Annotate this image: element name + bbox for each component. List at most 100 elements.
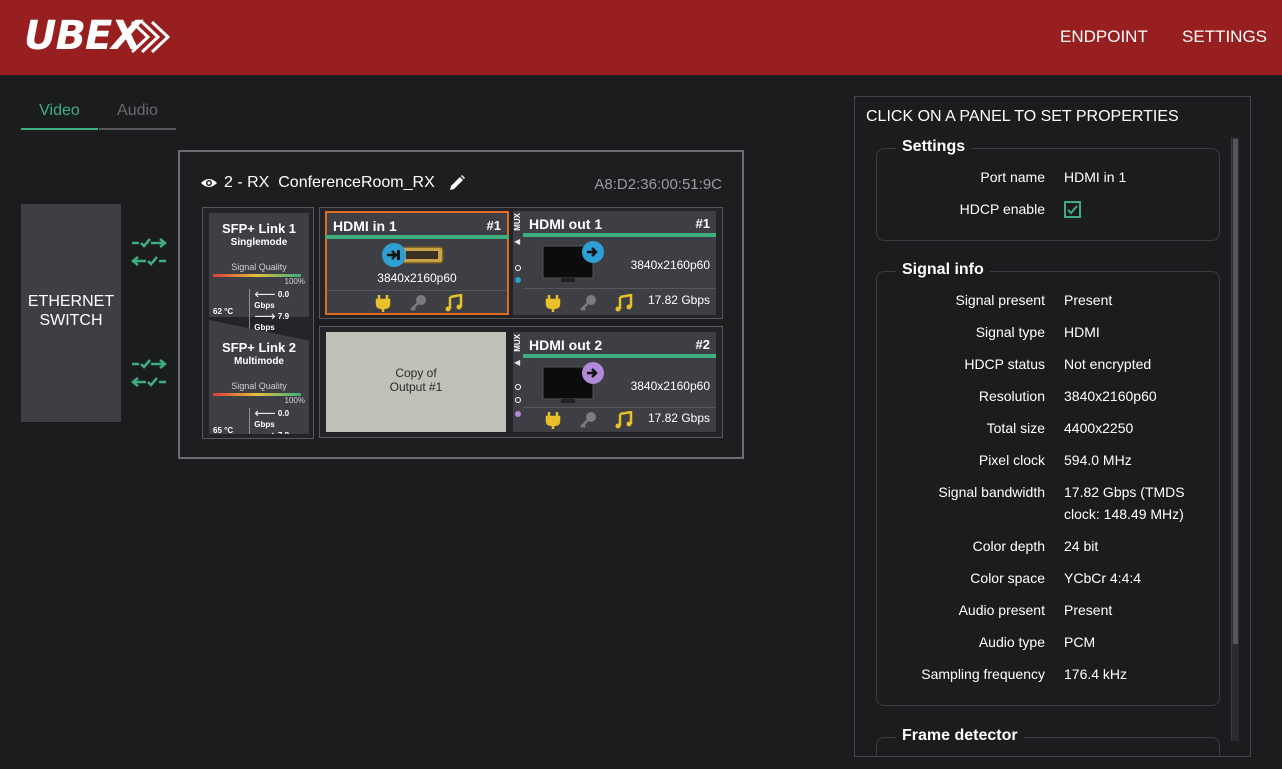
power-plug-icon [545, 412, 561, 429]
prop-label: Audio type [978, 634, 1045, 650]
port-status-bar [523, 354, 716, 358]
prop-label: Pixel clock [978, 452, 1045, 468]
prop-value: Present [1064, 292, 1113, 308]
audio-note-icon [615, 294, 633, 312]
key-icon [580, 295, 596, 311]
prop-label: HDCP status [964, 356, 1045, 372]
mux-selector-2[interactable]: MUX ◀ [513, 332, 523, 432]
port-bandwidth: 17.82 Gbps [647, 411, 710, 425]
sfp-tx-rate: 🡒 7.8 Gbps [254, 430, 309, 451]
hdmi-in-1-panel[interactable]: HDMI in 1 #1 3840x2160p60 [325, 211, 509, 315]
prop-label: Signal bandwidth [938, 484, 1045, 500]
audio-note-icon [615, 411, 633, 429]
edit-pencil-icon[interactable] [448, 174, 466, 192]
prop-label: Resolution [978, 388, 1045, 404]
ubex-logo[interactable]: UBEX [24, 12, 174, 60]
device-title: 2 - RX ConferenceRoom_RX [200, 174, 435, 192]
sfp-link-2[interactable]: SFP+ Link 2 Multimode Signal Quality 100… [209, 320, 309, 434]
port-status-icons [375, 294, 463, 312]
copy-of-output-placeholder: Copy of Output #1 [326, 332, 506, 432]
tab-audio[interactable]: Audio [99, 96, 176, 130]
arrow-right-icon: 🡒 [254, 431, 278, 440]
sfp-link-name: SFP+ Link 2 [221, 340, 297, 355]
nav-endpoint[interactable]: ENDPOINT [1060, 27, 1148, 47]
prop-label: HDCP enable [959, 201, 1045, 217]
prop-value: Not encrypted [1064, 356, 1152, 372]
copy-text-line1: Copy of [395, 366, 437, 380]
sfp-rates: 🡐 0.0 Gbps 🡒 7.9 Gbps [249, 289, 309, 333]
arrow-left-icon: 🡐 [254, 409, 278, 418]
signal-quality-label: Signal Quality [231, 262, 287, 272]
prop-value: 17.82 Gbps (TMDS clock: 148.49 MHz) [1064, 484, 1185, 522]
section-legend: Frame detector [896, 727, 1024, 745]
prop-label: Color space [970, 570, 1045, 586]
prop-value: PCM [1064, 634, 1096, 650]
mux-dot-input [515, 277, 521, 283]
port-resolution: 3840x2160p60 [630, 379, 710, 393]
sfp-rates: 🡐 0.0 Gbps 🡒 7.8 Gbps [249, 408, 309, 451]
port-resolution: 3840x2160p60 [630, 258, 710, 272]
mux-label: MUX [513, 334, 522, 352]
hdmi-out-1-panel[interactable]: HDMI out 1 #1 3840x2160p60 17.82 Gbps [523, 211, 716, 315]
prop-value: YCbCr 4:4:4 [1064, 570, 1142, 586]
port-row-2: Copy of Output #1 MUX ◀ HDMI out 2 #2 38… [319, 326, 723, 438]
prop-value: Present [1064, 602, 1113, 618]
logo-chevrons-icon [130, 20, 170, 54]
eye-icon[interactable] [200, 177, 218, 189]
nav-settings[interactable]: SETTINGS [1182, 27, 1267, 47]
prop-value: 594.0 MHz [1064, 452, 1132, 468]
monitor-output-icon [542, 241, 604, 282]
sfp-link-mode: Singlemode [230, 237, 288, 248]
sfp-rx-rate: 🡐 0.0 Gbps [254, 408, 309, 430]
device-panel[interactable]: 2 - RX ConferenceRoom_RX A8:D2:36:00:51:… [178, 150, 744, 459]
copy-text-line2: Output #1 [389, 380, 443, 394]
ethernet-switch[interactable]: ETHERNET SWITCH [21, 204, 121, 422]
hdmi-out-2-panel[interactable]: HDMI out 2 #2 3840x2160p60 17.82 Gbps [523, 332, 716, 432]
hdcp-enable-checkbox[interactable] [1064, 201, 1081, 218]
power-plug-icon [375, 295, 391, 312]
port-name: HDMI out 2 [529, 337, 603, 353]
tab-video[interactable]: Video [21, 96, 98, 130]
mux-arrow-icon: ◀ [514, 358, 521, 367]
signal-quality-value: 100% [284, 396, 305, 405]
sfp-tx-rate: 🡒 7.9 Gbps [254, 311, 309, 333]
signal-info-section: Signal info Signal present Present Signal … [876, 261, 1220, 706]
card-divider [523, 407, 716, 408]
prop-label: Signal present [955, 292, 1045, 308]
arrow-right-icon: 🡒 [254, 312, 278, 321]
mux-arrow-icon: ◀ [514, 237, 521, 246]
scrollbar-thumb[interactable] [1233, 139, 1238, 644]
prop-label: Color depth [972, 538, 1045, 554]
port-resolution: 3840x2160p60 [377, 271, 457, 285]
port-name-value[interactable]: HDMI in 1 [1064, 166, 1214, 188]
sfp-links: SFP+ Link 1 Singlemode Signal Quality 10… [202, 207, 314, 439]
port-bandwidth: 17.82 Gbps [647, 293, 710, 307]
port-name: HDMI in 1 [333, 218, 397, 234]
port-number: #2 [695, 337, 710, 352]
prop-value: 4400x2250 [1064, 420, 1134, 436]
properties-scrollbar[interactable] [1231, 137, 1239, 741]
ethernet-switch-label-line1: ETHERNET [27, 293, 115, 310]
sfp-tx-value: 7.8 Gbps [254, 431, 290, 451]
link-2-connection-icon [130, 359, 168, 387]
sfp-link-name: SFP+ Link 1 [221, 221, 297, 236]
device-mac-address: A8:D2:36:00:51:9C [594, 176, 722, 193]
port-number: #1 [486, 218, 501, 233]
section-legend: Signal info [896, 261, 990, 279]
sfp-rx-rate: 🡐 0.0 Gbps [254, 289, 309, 311]
sfp-link-1[interactable]: SFP+ Link 1 Singlemode Signal Quality 10… [209, 213, 309, 333]
link-1-connection-icon [130, 238, 168, 266]
port-name: HDMI out 1 [529, 216, 603, 232]
audio-note-icon [445, 294, 463, 312]
monitor-output-icon [542, 362, 604, 403]
prop-label: Sampling frequency [921, 666, 1045, 682]
port-status-bar [523, 233, 716, 237]
card-divider [523, 288, 716, 289]
mux-dot-copy [515, 411, 521, 417]
mux-selector-1[interactable]: MUX ◀ [513, 211, 523, 315]
mux-label: MUX [513, 213, 522, 231]
prop-label: Total size [986, 420, 1045, 436]
port-row-1: HDMI in 1 #1 3840x2160p60 MUX ◀ HDMI out… [319, 207, 723, 319]
checkmark-icon [1067, 205, 1078, 215]
arrow-left-icon: 🡐 [254, 290, 278, 299]
